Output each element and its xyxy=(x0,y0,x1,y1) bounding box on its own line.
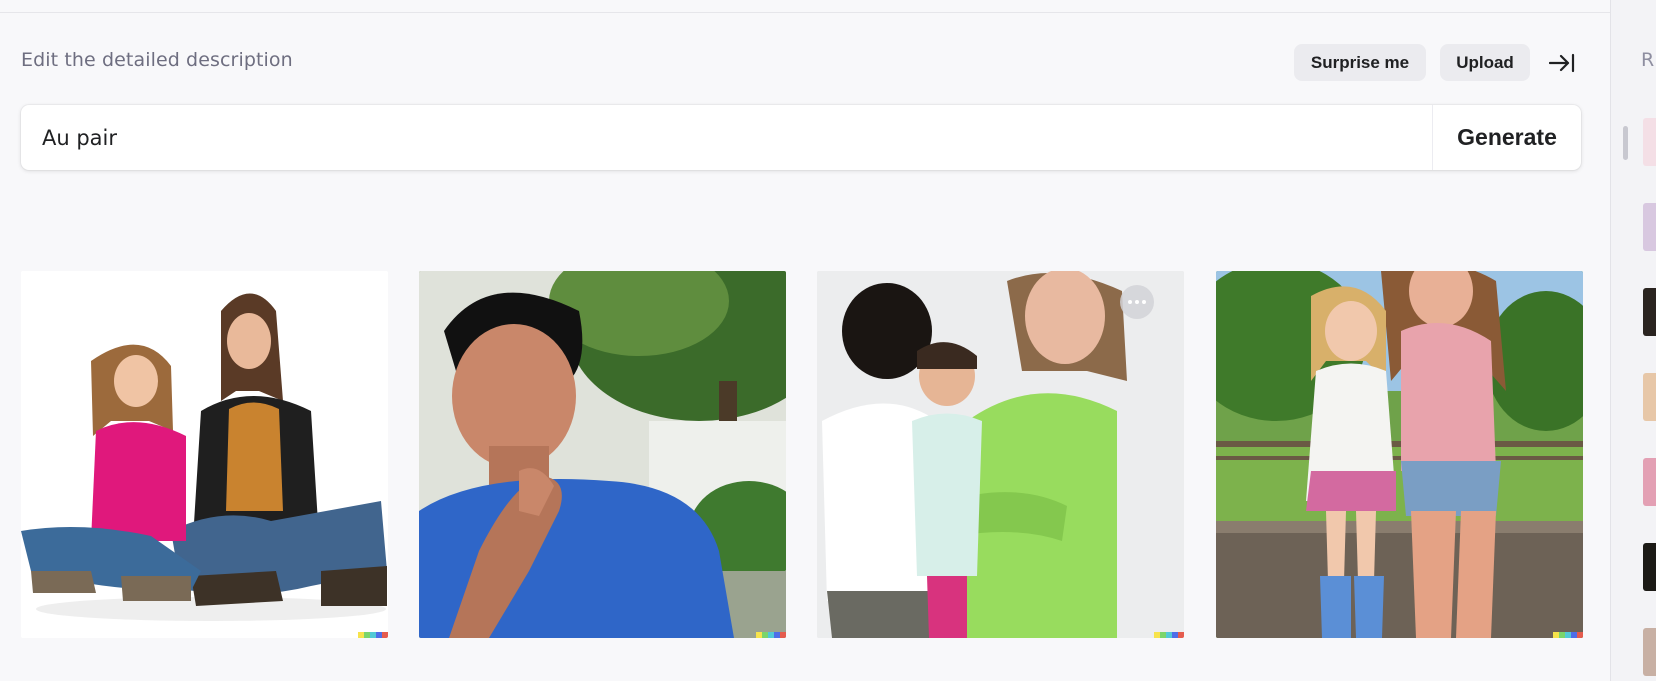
upload-button[interactable]: Upload xyxy=(1440,44,1530,81)
editor-main: Edit the detailed description Surprise m… xyxy=(0,0,1610,681)
man-thinking-illustration xyxy=(419,271,786,638)
history-panel: R xyxy=(1610,0,1656,681)
more-options-icon[interactable] xyxy=(1120,285,1154,319)
signature-strip xyxy=(756,632,786,638)
collapse-panel-icon[interactable] xyxy=(1544,46,1580,80)
history-thumbnail[interactable] xyxy=(1643,203,1656,251)
result-image-2[interactable] xyxy=(419,271,786,638)
woman-with-boys-illustration xyxy=(817,271,1184,638)
prompt-bar: Generate xyxy=(21,105,1581,170)
signature-strip xyxy=(358,632,388,638)
history-title: R xyxy=(1641,49,1655,71)
result-image-4[interactable] xyxy=(1216,271,1583,638)
history-thumbnail[interactable] xyxy=(1643,628,1656,676)
signature-strip xyxy=(1154,632,1184,638)
history-thumbnail[interactable] xyxy=(1643,118,1656,166)
prompt-input[interactable] xyxy=(21,105,1432,170)
surprise-me-button[interactable]: Surprise me xyxy=(1294,44,1426,81)
history-thumbnail[interactable] xyxy=(1643,373,1656,421)
description-label: Edit the detailed description xyxy=(21,49,293,71)
history-thumbnail[interactable] xyxy=(1643,288,1656,336)
signature-strip xyxy=(1553,632,1583,638)
generate-button[interactable]: Generate xyxy=(1433,105,1581,170)
woman-and-girl-illustration xyxy=(21,293,387,621)
history-thumbnail[interactable] xyxy=(1643,458,1656,506)
result-image-3[interactable] xyxy=(817,271,1184,638)
history-thumbnail[interactable] xyxy=(1643,543,1656,591)
woman-and-girl-outdoors-illustration xyxy=(1216,271,1583,638)
result-image-1[interactable] xyxy=(21,271,388,638)
history-scrollbar[interactable] xyxy=(1623,126,1628,160)
